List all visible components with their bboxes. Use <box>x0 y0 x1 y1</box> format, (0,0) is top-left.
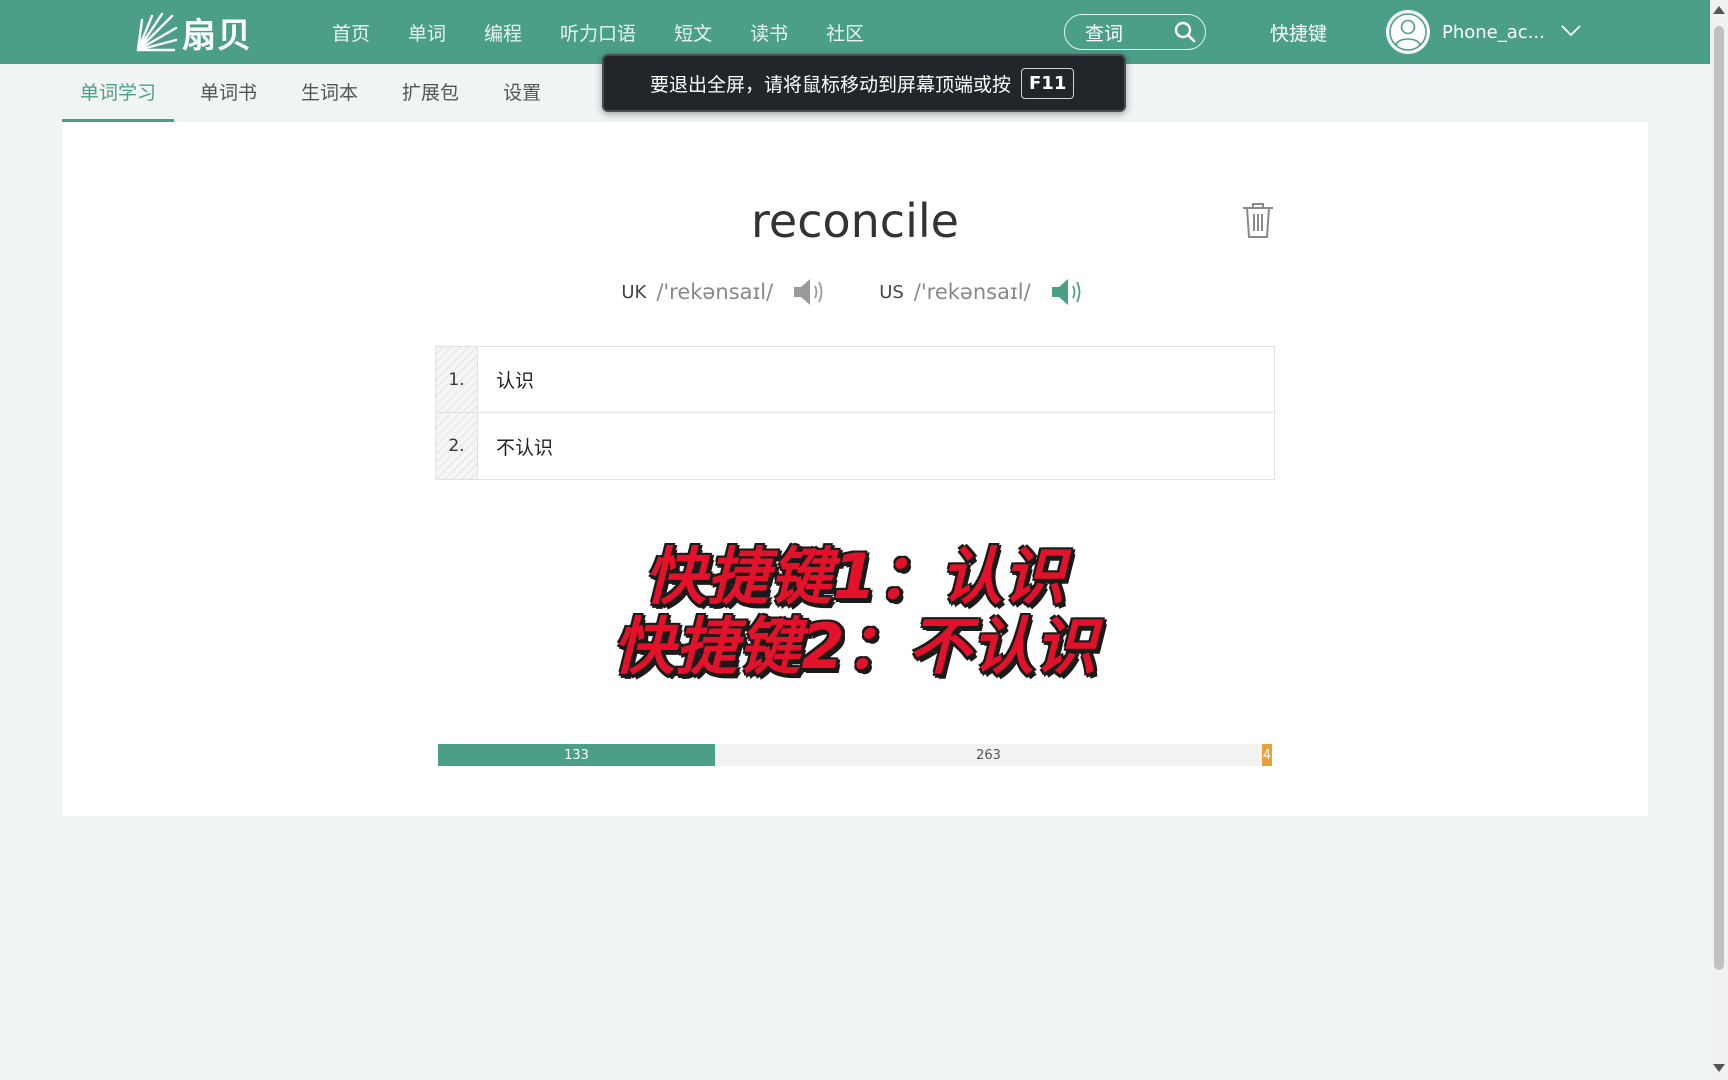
search-box[interactable]: 查词 <box>1064 14 1206 50</box>
avatar[interactable] <box>1386 10 1430 54</box>
choice-label: 不认识 <box>496 436 554 459</box>
nav-item-home[interactable]: 首页 <box>332 19 370 46</box>
fullscreen-key: F11 <box>1021 67 1075 99</box>
page-scrollbar[interactable] <box>1710 0 1728 1080</box>
nav-item-community[interactable]: 社区 <box>826 19 864 46</box>
us-pronunciation: US /'rekənsaɪl/ <box>879 275 1088 309</box>
fullscreen-notice: 要退出全屏，请将鼠标移动到屏幕顶端或按 F11 <box>602 54 1126 112</box>
trash-icon[interactable] <box>1240 200 1276 240</box>
shortcuts-link[interactable]: 快捷键 <box>1270 0 1327 64</box>
tab-word-books[interactable]: 单词书 <box>182 64 275 122</box>
choice-dont-know[interactable]: 2. 不认识 <box>436 413 1274 479</box>
tab-settings[interactable]: 设置 <box>485 64 559 122</box>
search-label: 查词 <box>1085 22 1124 45</box>
choice-know[interactable]: 1. 认识 <box>436 347 1274 413</box>
nav-item-words[interactable]: 单词 <box>408 19 446 46</box>
nav-item-coding[interactable]: 编程 <box>484 19 522 46</box>
scroll-down-icon[interactable] <box>1713 1064 1725 1072</box>
progress-new-segment: 4 <box>1262 744 1272 766</box>
chevron-down-icon[interactable] <box>1560 23 1582 42</box>
speaker-icon[interactable] <box>1049 275 1089 309</box>
nav-item-listening[interactable]: 听力口语 <box>560 19 636 46</box>
user-icon <box>1389 13 1427 51</box>
brand-logo[interactable]: 扇贝 <box>132 8 252 56</box>
user-menu[interactable]: Phone_ac... <box>1386 10 1582 54</box>
us-ipa: /'rekənsaɪl/ <box>913 280 1031 304</box>
username: Phone_ac... <box>1442 21 1545 43</box>
uk-pronunciation: UK /'rekənsaɪl/ <box>621 275 831 309</box>
study-card: reconcile UK /'rekənsaɪl/ US /'rekənsaɪl… <box>62 122 1648 816</box>
shortcut-hint-line-1: 快捷键1：认识 <box>643 540 1067 613</box>
shortcut-hint-overlay: 快捷键1：认识 快捷键2：不认识 <box>62 542 1648 682</box>
shell-logo-icon <box>136 12 178 52</box>
us-label: US <box>879 281 904 303</box>
brand-name: 扇贝 <box>182 15 252 56</box>
pronunciation-row: UK /'rekənsaɪl/ US /'rekənsaɪl/ <box>62 272 1648 312</box>
answer-choices: 1. 认识 2. 不认识 <box>435 346 1275 480</box>
nav-item-reading[interactable]: 读书 <box>750 19 788 46</box>
nav-item-articles[interactable]: 短文 <box>674 19 712 46</box>
tab-word-study[interactable]: 单词学习 <box>62 64 175 122</box>
progress-remaining-segment: 263 <box>976 747 1001 763</box>
progress-known-segment: 133 <box>438 744 715 766</box>
word-title: reconcile <box>751 194 959 248</box>
scrollbar-thumb[interactable] <box>1714 26 1724 970</box>
uk-label: UK <box>621 281 647 303</box>
fullscreen-message: 要退出全屏，请将鼠标移动到屏幕顶端或按 <box>650 73 1012 96</box>
choice-label: 认识 <box>496 370 535 392</box>
speaker-icon[interactable] <box>791 275 831 309</box>
choice-number: 1. <box>436 347 478 412</box>
shortcut-hint-line-2: 快捷键2：不认识 <box>612 610 1098 683</box>
tab-extensions[interactable]: 扩展包 <box>384 64 477 122</box>
search-icon[interactable] <box>1165 14 1205 50</box>
uk-ipa: /'rekənsaɪl/ <box>656 280 774 304</box>
scroll-up-icon[interactable] <box>1713 6 1725 14</box>
sub-tabs: 单词学习 单词书 生词本 扩展包 设置 <box>62 64 567 122</box>
tab-vocab-notebook[interactable]: 生词本 <box>283 64 376 122</box>
choice-number: 2. <box>436 413 478 479</box>
progress-bar: 133 263 4 <box>438 744 1272 766</box>
